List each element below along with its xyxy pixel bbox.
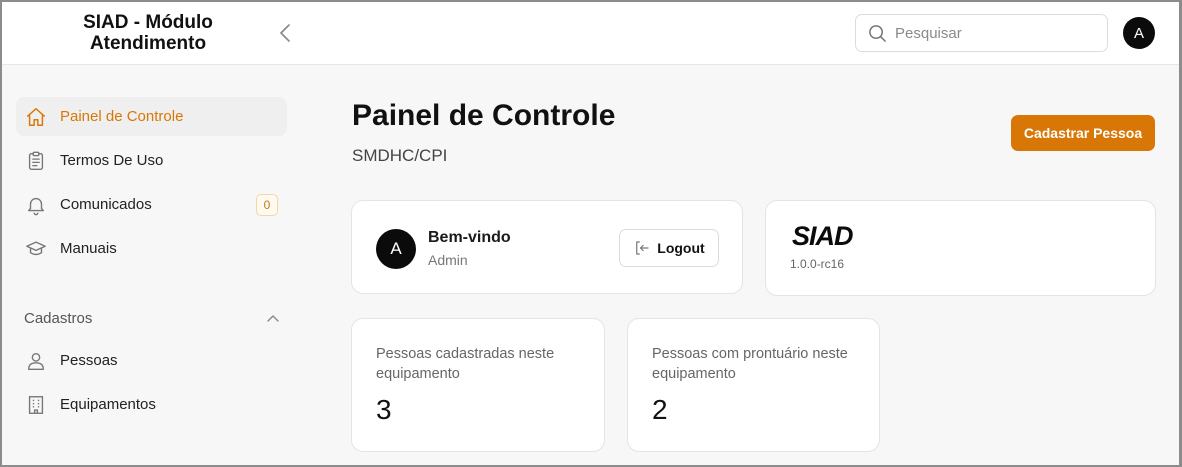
sidebar-item-termos-de-uso[interactable]: Termos De Uso [16, 141, 287, 180]
chevron-up-icon [267, 315, 279, 322]
sidebar: Painel de Controle Termos De Uso Comunic… [2, 65, 302, 465]
stat-label: Pessoas cadastradas neste equipamento [376, 346, 555, 382]
sidebar-item-label: Pessoas [60, 352, 118, 369]
app-title-line1: SIAD - Módulo [83, 12, 213, 33]
page-title: Painel de Controle [352, 99, 616, 132]
stat-value: 3 [376, 394, 392, 425]
home-icon [24, 105, 48, 129]
sidebar-item-manuais[interactable]: Manuais [16, 229, 287, 268]
page-subtitle: SMDHC/CPI [352, 146, 448, 165]
sidebar-item-painel-de-controle[interactable]: Painel de Controle [16, 97, 287, 136]
notification-count-badge: 0 [256, 194, 278, 216]
sidebar-item-label: Termos De Uso [60, 152, 164, 169]
chevron-left-icon [280, 24, 290, 42]
bell-icon [24, 193, 48, 217]
sidebar-item-label: Comunicados [60, 196, 152, 213]
section-label: Cadastros [24, 309, 93, 327]
sidebar-item-label: Painel de Controle [60, 108, 184, 125]
app-window: SIAD - Módulo Atendimento A Painel de C [0, 0, 1182, 467]
app-title-line2: Atendimento [89, 33, 207, 54]
stat-card-pessoas-cadastradas: Pessoas cadastradas neste equipamento 3 [351, 318, 605, 452]
welcome-username: Admin [428, 252, 468, 268]
sidebar-item-comunicados[interactable]: Comunicados 0 [16, 185, 287, 224]
app-title: SIAD - Módulo Atendimento [58, 12, 238, 54]
sidebar-item-equipamentos[interactable]: Equipamentos [16, 385, 287, 424]
sidebar-item-label: Manuais [60, 240, 117, 257]
sidebar-item-label: Equipamentos [60, 396, 156, 413]
building-icon [24, 393, 48, 417]
logout-label: Logout [657, 240, 705, 256]
search-input[interactable] [895, 24, 1095, 42]
collapse-sidebar-button[interactable] [274, 21, 296, 45]
logout-button[interactable]: Logout [619, 229, 719, 267]
top-header: SIAD - Módulo Atendimento A [2, 2, 1179, 65]
version-card: SIAD 1.0.0-rc16 [765, 200, 1156, 296]
version-text: 1.0.0-rc16 [790, 257, 845, 271]
user-avatar[interactable]: A [1123, 17, 1155, 49]
welcome-title: Bem-vindo [428, 229, 511, 246]
section-cadastros-toggle[interactable]: Cadastros [24, 308, 279, 328]
siad-logo: SIAD [792, 221, 854, 251]
welcome-card: A Bem-vindo Admin Logout [351, 200, 743, 294]
stat-value: 2 [652, 394, 668, 425]
graduation-cap-icon [24, 237, 48, 261]
user-icon [24, 349, 48, 373]
stat-card-pessoas-prontuario: Pessoas com prontuário neste equipamento… [627, 318, 880, 452]
sidebar-item-pessoas[interactable]: Pessoas [16, 341, 287, 380]
search-box [855, 14, 1108, 52]
search-icon [869, 24, 886, 42]
cadastrar-pessoa-button[interactable]: Cadastrar Pessoa [1011, 115, 1155, 151]
avatar: A [376, 229, 416, 269]
stat-label: Pessoas com prontuário neste equipamento [652, 346, 848, 382]
clipboard-icon [24, 149, 48, 173]
logout-icon [636, 241, 649, 255]
